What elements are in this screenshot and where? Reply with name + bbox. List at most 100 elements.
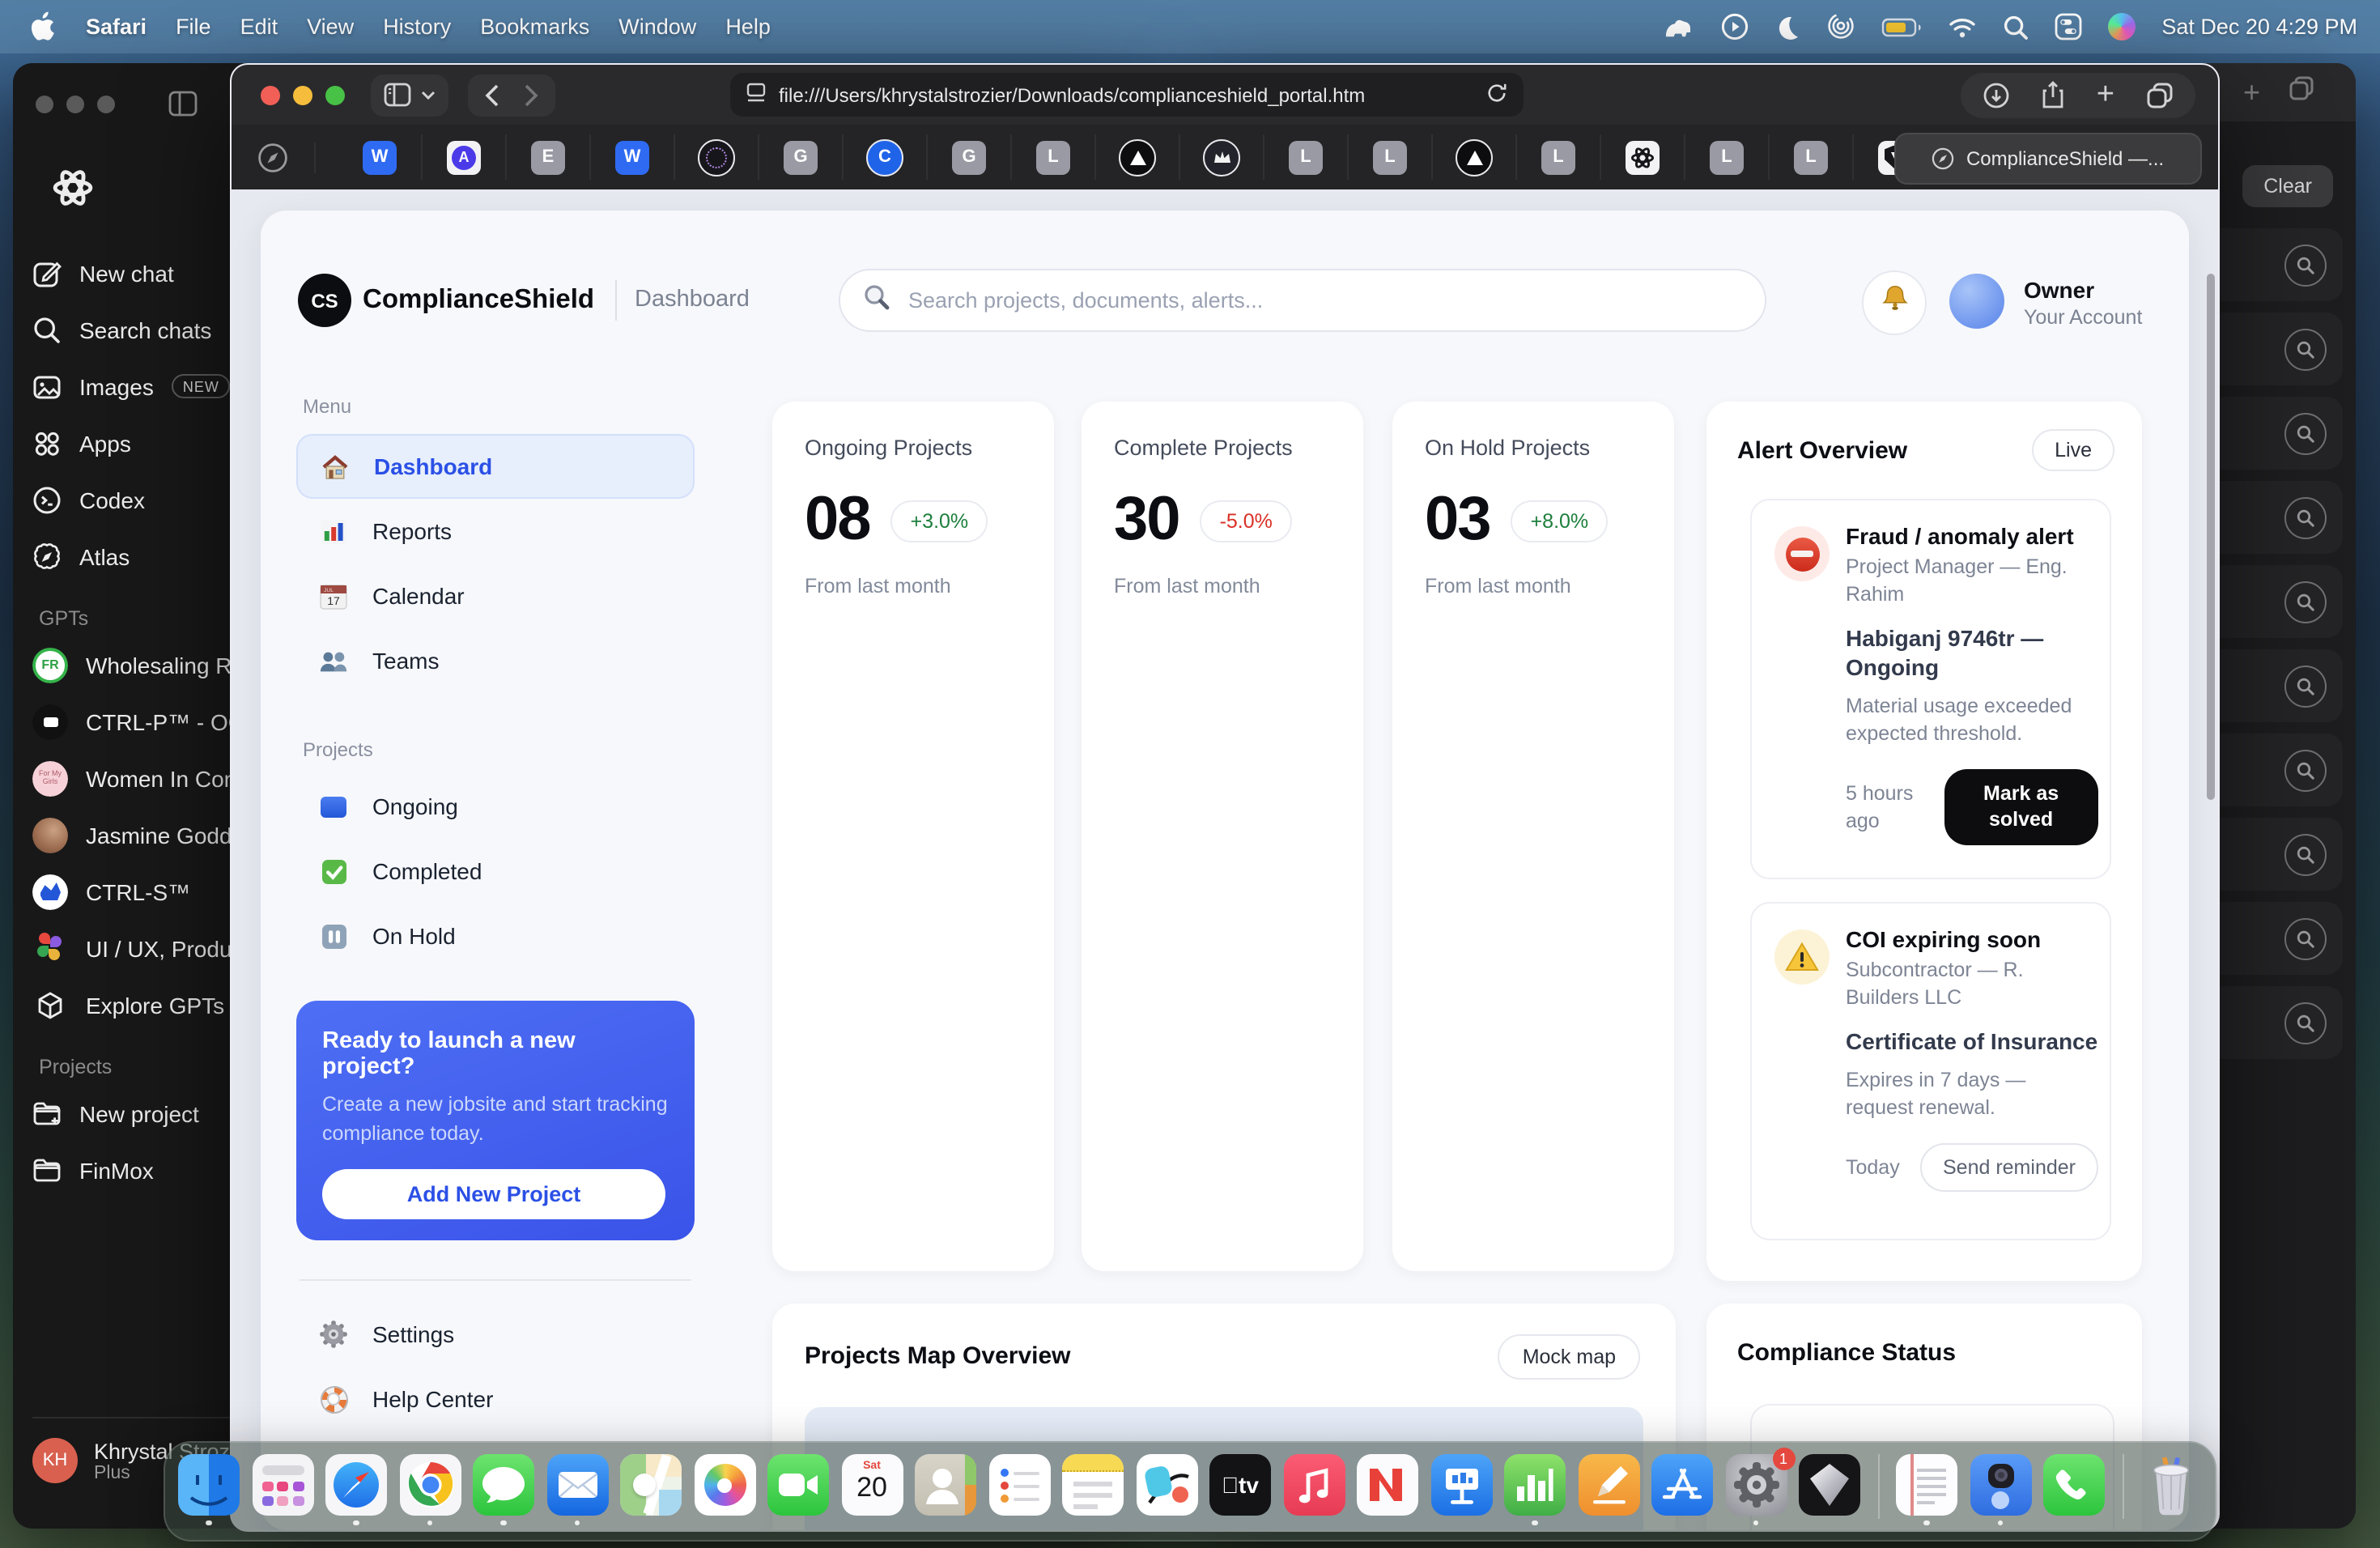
dock-item-numbers[interactable] [1504, 1454, 1566, 1525]
zoom-window-button[interactable] [325, 85, 345, 104]
dock-item-system-settings[interactable]: 1 [1725, 1454, 1787, 1525]
nav-item-dashboard[interactable]: Dashboard [296, 434, 695, 499]
dock-item-freeform[interactable] [1136, 1454, 1197, 1525]
share-icon[interactable] [2042, 81, 2064, 108]
close-window-button[interactable] [261, 85, 280, 104]
dock-item-phone[interactable] [2043, 1454, 2105, 1525]
menu-file[interactable]: File [176, 15, 211, 39]
pinned-tab-6[interactable]: C [844, 134, 928, 180]
dock-item-reminders[interactable] [988, 1454, 1050, 1525]
tab-overview-icon[interactable] [2289, 76, 2314, 108]
scrollbar[interactable] [2207, 274, 2215, 800]
filter-ongoing[interactable]: Ongoing [296, 774, 695, 839]
menu-bookmarks[interactable]: Bookmarks [480, 15, 589, 39]
dock-item-gem-app[interactable] [1799, 1454, 1860, 1525]
animal-icon[interactable] [1663, 13, 1695, 40]
live-badge[interactable]: Live [2032, 429, 2114, 471]
pinned-tab-0[interactable]: W [338, 134, 423, 180]
clear-button[interactable]: Clear [2242, 165, 2333, 207]
pinned-tab-9[interactable] [1096, 134, 1180, 180]
pinned-tab-5[interactable]: G [759, 134, 844, 180]
menu-help[interactable]: Help [725, 15, 771, 39]
play-circle-icon[interactable] [1721, 13, 1749, 40]
dock-item-contacts[interactable] [915, 1454, 976, 1525]
nav-item-settings[interactable]: Settings [296, 1302, 695, 1367]
sidebar-toggle-icon[interactable] [168, 89, 198, 126]
pinned-tab-13[interactable] [1433, 134, 1517, 180]
new-tab-icon[interactable]: + [2097, 77, 2114, 113]
dock-item-photos[interactable] [694, 1454, 755, 1525]
pinned-tab-1[interactable]: A [423, 134, 507, 180]
pinned-tab-11[interactable]: L [1264, 134, 1349, 180]
forward-icon[interactable] [525, 83, 539, 106]
dock-item-photo-booth[interactable] [1970, 1454, 2031, 1525]
dock-item-app-store[interactable] [1651, 1454, 1713, 1525]
sidebar-icon[interactable] [384, 83, 411, 107]
dock-item-messages[interactable] [473, 1454, 534, 1525]
new-tab-icon[interactable]: + [2243, 75, 2260, 109]
tab-complianceshield[interactable]: ComplianceShield —... [1894, 133, 2202, 185]
search-input[interactable] [905, 287, 1742, 314]
pinned-tab-12[interactable]: L [1349, 134, 1433, 180]
downloads-icon[interactable] [1983, 82, 2009, 108]
pinned-tab-4[interactable] [675, 134, 759, 180]
search-bar[interactable] [839, 269, 1766, 332]
mock-map-badge[interactable]: Mock map [1498, 1334, 1640, 1380]
dock-item-finder[interactable] [178, 1454, 240, 1525]
menu-safari[interactable]: Safari [86, 15, 147, 39]
filter-on-hold[interactable]: On Hold [296, 904, 695, 968]
menu-bar-clock[interactable]: Sat Dec 20 4:29 PM [2161, 15, 2357, 39]
notifications-button[interactable] [1862, 270, 1927, 335]
nav-item-reports[interactable]: Reports [296, 499, 695, 563]
start-page-icon[interactable] [232, 142, 316, 172]
battery-icon[interactable] [1881, 13, 1922, 40]
wifi-icon[interactable] [1948, 13, 1977, 40]
menu-history[interactable]: History [383, 15, 451, 39]
dock-item-news[interactable] [1357, 1454, 1418, 1525]
dock-item-chrome[interactable] [399, 1454, 461, 1525]
chevron-down-icon[interactable] [421, 90, 436, 100]
nav-item-help-center[interactable]: Help Center [296, 1367, 695, 1431]
dock-item-safari[interactable] [325, 1454, 387, 1525]
add-new-project-button[interactable]: Add New Project [322, 1169, 665, 1219]
pinned-tab-14[interactable]: L [1517, 134, 1601, 180]
siri-icon[interactable] [2108, 13, 2136, 40]
dock-item-tv[interactable]: tv [1209, 1454, 1271, 1525]
dock-item-trash[interactable] [2140, 1454, 2202, 1525]
nav-item-calendar[interactable]: JUL17Calendar [296, 563, 695, 628]
menu-view[interactable]: View [307, 15, 354, 39]
account-avatar[interactable] [1949, 274, 2004, 329]
spotlight-icon[interactable] [2003, 13, 2029, 40]
moon-icon[interactable] [1774, 13, 1800, 40]
menu-window[interactable]: Window [618, 15, 696, 39]
apple-icon[interactable] [29, 11, 55, 42]
tab-overview-icon[interactable] [2147, 82, 2173, 108]
pinned-tab-15[interactable] [1601, 134, 1685, 180]
dock-item-notes[interactable] [1062, 1454, 1124, 1525]
dock-item-keynote[interactable] [1430, 1454, 1492, 1525]
pinned-tab-17[interactable]: L [1770, 134, 1854, 180]
pinned-tab-16[interactable]: L [1685, 134, 1770, 180]
filter-completed[interactable]: Completed [296, 839, 695, 904]
minimize-window-button[interactable] [293, 85, 312, 104]
control-center-icon[interactable] [2055, 13, 2082, 40]
dock-item-apps-launcher[interactable] [252, 1454, 313, 1525]
back-icon[interactable] [484, 83, 499, 106]
menu-edit[interactable]: Edit [240, 15, 278, 39]
pinned-tab-8[interactable]: L [1012, 134, 1096, 180]
dock-item-maps[interactable] [620, 1454, 682, 1525]
reader-icon[interactable] [746, 82, 766, 108]
pinned-tab-3[interactable]: W [591, 134, 675, 180]
airdrop-icon[interactable] [1826, 13, 1855, 40]
alert-action-button[interactable]: Send reminder [1920, 1142, 2098, 1191]
dock-item-facetime[interactable] [767, 1454, 829, 1525]
pinned-tab-10[interactable] [1180, 134, 1264, 180]
window-controls[interactable] [261, 85, 345, 104]
dock-item-pages[interactable] [1578, 1454, 1639, 1525]
dock-item-textedit[interactable] [1896, 1454, 1957, 1525]
pinned-tab-7[interactable]: G [928, 134, 1012, 180]
nav-item-teams[interactable]: Teams [296, 628, 695, 693]
dock-item-calendar[interactable]: Sat20 [841, 1454, 903, 1525]
dock-item-mail[interactable] [546, 1454, 608, 1525]
dock-item-music[interactable] [1283, 1454, 1345, 1525]
